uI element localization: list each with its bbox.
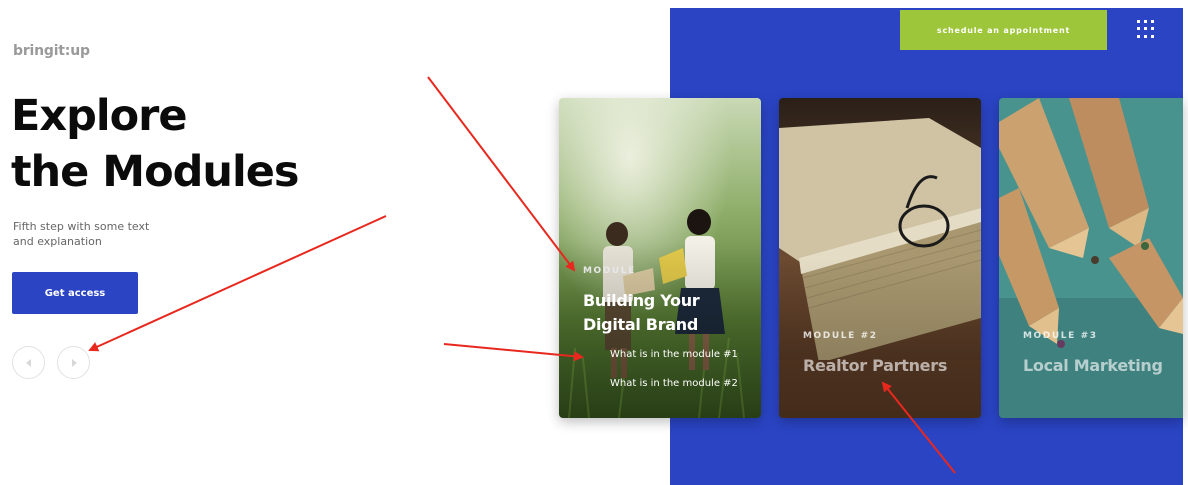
module-3-label: MODULE #3 xyxy=(1023,331,1098,341)
module-1-link-2[interactable]: What is in the module #2 xyxy=(610,378,738,389)
arrow-left-icon xyxy=(25,358,31,367)
page-title: Explore the Modules xyxy=(11,88,300,200)
module-2-label: MODULE #2 xyxy=(803,331,878,341)
module-card-1[interactable]: MODULE Building Your Digital Brand What … xyxy=(559,98,761,418)
module-1-title-line-2: Digital Brand xyxy=(583,315,699,334)
next-slide-button[interactable] xyxy=(57,346,90,379)
module-1-overlay xyxy=(559,98,761,418)
module-1-title: Building Your Digital Brand xyxy=(583,289,700,337)
module-2-title: Realtor Partners xyxy=(803,356,948,375)
grid-menu-icon[interactable] xyxy=(1137,20,1155,38)
module-card-3[interactable]: MODULE #3 Local Marketing xyxy=(999,98,1183,418)
page-title-line-2: the Modules xyxy=(11,147,300,197)
annotation-arrow-1 xyxy=(427,76,576,272)
page-title-line-1: Explore xyxy=(11,91,188,141)
get-access-button[interactable]: Get access xyxy=(12,272,138,314)
page-description: Fifth step with some text and explanatio… xyxy=(13,220,150,248)
schedule-appointment-button[interactable]: schedule an appointment xyxy=(900,10,1107,50)
module-1-title-line-1: Building Your xyxy=(583,291,700,310)
arrow-right-icon xyxy=(71,358,77,367)
module-1-link-1[interactable]: What is in the module #1 xyxy=(610,349,738,360)
brand-logo[interactable]: bringit:up xyxy=(13,43,90,59)
module-card-2[interactable]: MODULE #2 Realtor Partners xyxy=(779,98,981,418)
module-3-title: Local Marketing xyxy=(1023,356,1163,375)
module-1-label: MODULE xyxy=(583,266,636,276)
prev-slide-button[interactable] xyxy=(12,346,45,379)
